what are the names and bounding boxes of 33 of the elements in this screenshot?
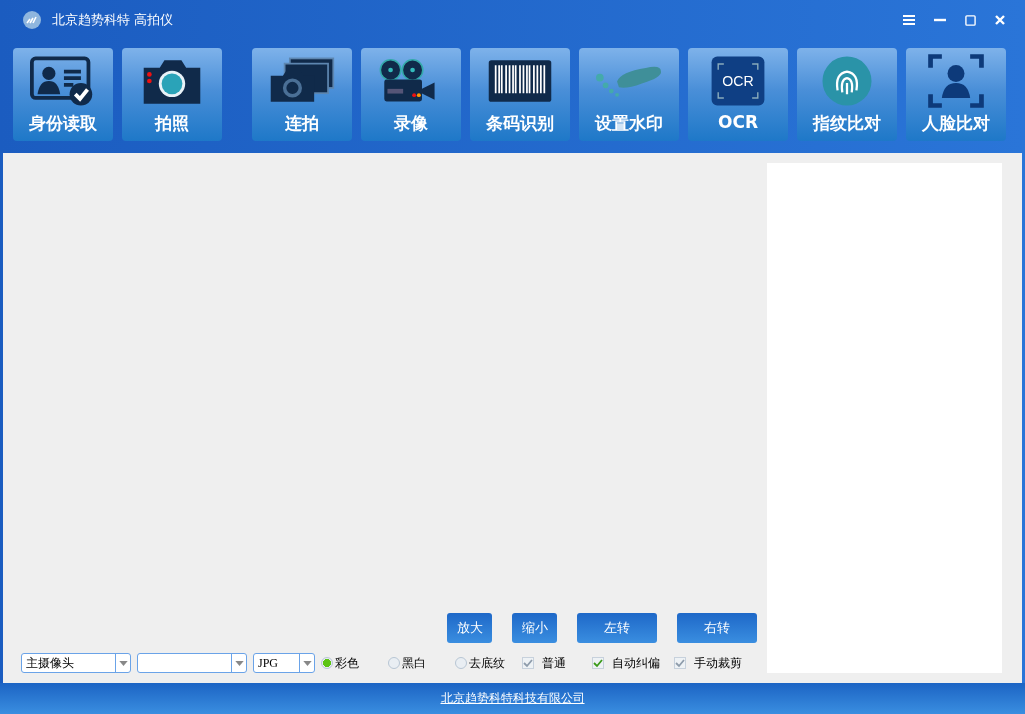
dropdown-arrow-icon [118, 660, 128, 666]
dropdown[interactable]: JPG [253, 653, 315, 673]
water-drops-icon [596, 64, 662, 98]
view-button[interactable]: 缩小 [512, 613, 557, 643]
view-button[interactable]: 左转 [577, 613, 657, 643]
toolbar-button[interactable]: 指纹比对 [797, 48, 897, 141]
check-mark-icon [593, 658, 603, 668]
dropdown[interactable] [137, 653, 247, 673]
dropdown[interactable]: 主摄像头 [21, 653, 131, 673]
checkbox-option[interactable]: 自动纠偏 [592, 654, 660, 672]
toolbar-button[interactable]: 条码识别 [470, 48, 570, 141]
check-mark-icon [523, 658, 533, 668]
radio-option[interactable]: 黑白 [388, 654, 443, 672]
maximize-icon[interactable] [965, 14, 976, 26]
radio-option[interactable]: 彩色 [321, 654, 376, 672]
toolbar-button[interactable]: 设置水印 [579, 48, 679, 141]
toolbar-button[interactable]: 人脸比对 [906, 48, 1006, 141]
toolbar-button[interactable]: 录像 [361, 48, 461, 141]
menu-icon[interactable] [903, 15, 915, 25]
company-link[interactable]: 北京趋势科特科技有限公司 [440, 690, 585, 707]
radio-option[interactable]: 去底纹 [455, 654, 510, 672]
view-button[interactable]: 右转 [677, 613, 757, 643]
view-button[interactable]: 放大 [447, 613, 492, 643]
dropdown-arrow-icon [234, 660, 244, 666]
toolbar-button[interactable]: 连拍 [252, 48, 352, 141]
toolbar-button[interactable]: 身份读取 [13, 48, 113, 141]
dropdown-arrow-icon [302, 660, 312, 666]
app-logo-icon [22, 10, 42, 30]
check-mark-icon [675, 658, 685, 668]
toolbar-button[interactable]: OCR OCR [688, 48, 788, 141]
close-icon[interactable] [995, 15, 1005, 25]
toolbar-button[interactable]: 拍照 [122, 48, 222, 141]
window-title: 北京趋势科特 高拍仪 [52, 11, 174, 29]
